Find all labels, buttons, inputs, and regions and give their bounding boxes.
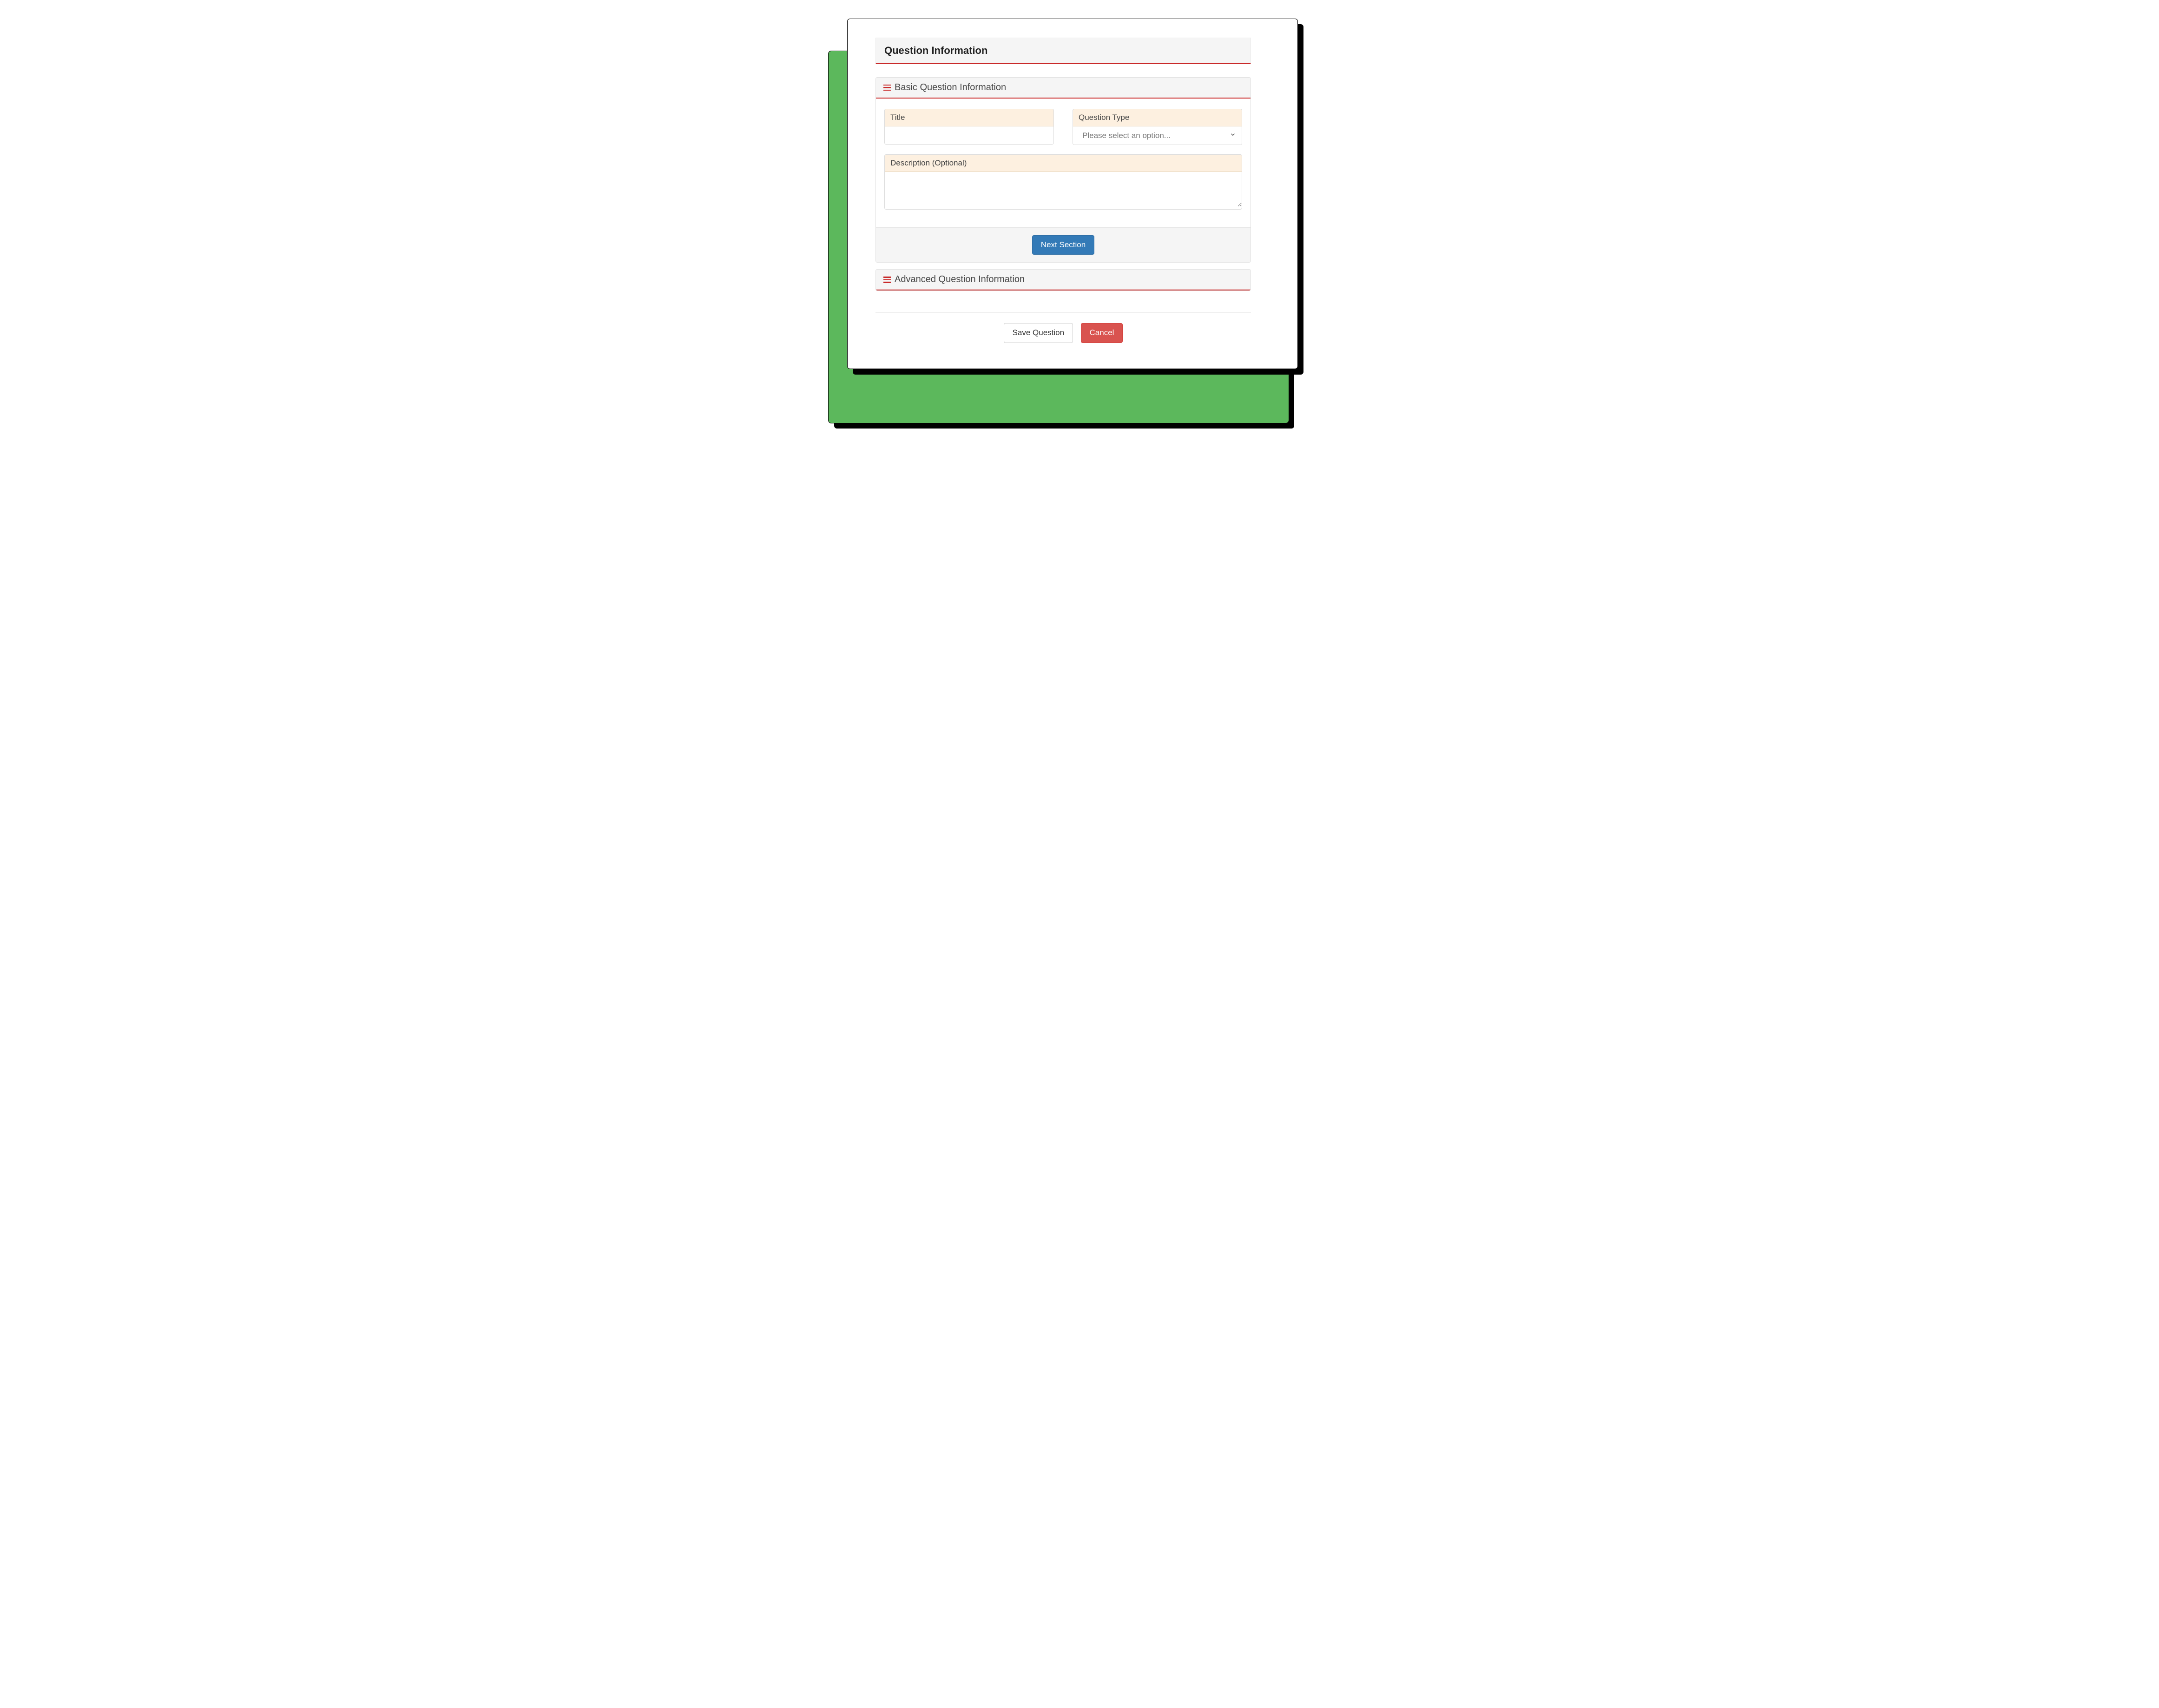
title-label: Title xyxy=(885,109,1053,126)
title-input[interactable] xyxy=(885,126,1053,144)
type-column: Question Type Please select an option... xyxy=(1073,109,1242,145)
question-type-label: Question Type xyxy=(1073,109,1242,126)
description-column: Description (Optional) xyxy=(884,154,1242,210)
page-title: Question Information xyxy=(884,45,987,56)
form-layered-container: Question Information Basic Question Info… xyxy=(847,19,1312,369)
description-field-wrap: Description (Optional) xyxy=(884,154,1242,210)
title-column: Title xyxy=(884,109,1054,145)
advanced-info-section: Advanced Question Information xyxy=(875,269,1251,291)
next-section-button[interactable]: Next Section xyxy=(1032,235,1094,255)
footer-actions: Save Question Cancel xyxy=(875,323,1251,343)
description-label: Description (Optional) xyxy=(885,155,1242,172)
question-type-select-wrap: Please select an option... xyxy=(1073,126,1242,145)
basic-info-body: Title Question Type Please select an opt… xyxy=(876,99,1251,262)
title-field-wrap: Title xyxy=(884,109,1054,145)
row-description: Description (Optional) xyxy=(884,154,1242,210)
basic-info-title: Basic Question Information xyxy=(895,82,1006,93)
next-section-bar: Next Section xyxy=(876,227,1251,262)
description-input-wrap xyxy=(885,172,1242,209)
question-form-card: Question Information Basic Question Info… xyxy=(847,19,1298,369)
page-header: Question Information xyxy=(875,38,1251,64)
description-textarea[interactable] xyxy=(885,172,1242,207)
row-title-type: Title Question Type Please select an opt… xyxy=(884,109,1242,145)
title-input-wrap xyxy=(885,126,1053,144)
basic-info-header[interactable]: Basic Question Information xyxy=(876,78,1251,99)
basic-info-section: Basic Question Information Title xyxy=(875,77,1251,263)
advanced-info-title: Advanced Question Information xyxy=(895,274,1025,285)
question-type-field-wrap: Question Type Please select an option... xyxy=(1073,109,1242,145)
advanced-info-header[interactable]: Advanced Question Information xyxy=(876,270,1251,290)
footer-divider xyxy=(875,312,1251,313)
question-type-select[interactable]: Please select an option... xyxy=(1073,126,1242,145)
save-question-button[interactable]: Save Question xyxy=(1004,323,1073,343)
hamburger-icon xyxy=(883,85,891,91)
cancel-button[interactable]: Cancel xyxy=(1081,323,1123,343)
hamburger-icon xyxy=(883,277,891,283)
